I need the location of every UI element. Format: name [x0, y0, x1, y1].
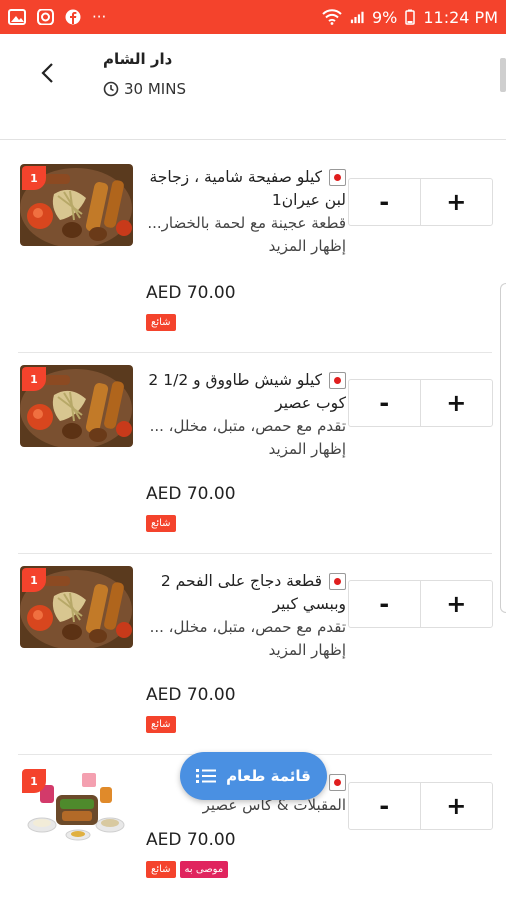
- divider: [18, 352, 492, 353]
- item-price: AED 70.00: [146, 685, 236, 705]
- quantity-badge: 1: [22, 166, 46, 190]
- delivery-time: 30 MINS: [103, 80, 186, 98]
- item-text: كيلو صفيحة شامية ، زجاجة لبن عيران1 قطعة…: [146, 166, 346, 258]
- battery-icon: [405, 9, 416, 25]
- item-name-line: كيلو صفيحة شامية ، زجاجة لبن عيران1: [146, 166, 346, 212]
- gallery-icon: [8, 9, 26, 25]
- decrease-button[interactable]: -: [349, 581, 421, 627]
- restaurant-name: دار الشام: [103, 50, 173, 68]
- item-description[interactable]: قطعة عجينة مع لحمة بالخضار... إظهار المز…: [146, 212, 346, 258]
- item-name-line: قطعة دجاج على الفحم 2 وببسي كبير: [146, 570, 346, 616]
- menu-fab-button[interactable]: قائمة طعام: [180, 752, 327, 800]
- clock-time: 11:24 PM: [423, 7, 498, 27]
- non-veg-icon: [329, 774, 346, 791]
- restaurant-header: دار الشام 30 MINS: [0, 34, 506, 140]
- item-name: كيلو صفيحة شامية ، زجاجة لبن عيران1: [149, 168, 346, 209]
- item-price: AED 70.00: [146, 830, 236, 850]
- quantity-stepper: - +: [348, 379, 493, 427]
- popular-tag: شائع: [146, 314, 176, 331]
- decrease-button[interactable]: -: [349, 783, 421, 829]
- clock-icon: [103, 81, 119, 97]
- divider: [18, 553, 492, 554]
- chevron-left-icon: [41, 63, 53, 83]
- non-veg-icon: [329, 573, 346, 590]
- increase-button[interactable]: +: [421, 179, 493, 225]
- recommended-tag: موصى به: [179, 861, 229, 878]
- wifi-icon: [322, 9, 342, 25]
- popular-tag: شائع: [146, 861, 176, 878]
- increase-button[interactable]: +: [421, 783, 493, 829]
- signal-icon: [350, 11, 364, 24]
- increase-button[interactable]: +: [421, 380, 493, 426]
- decrease-button[interactable]: -: [349, 380, 421, 426]
- item-tags: شائع موصى به: [146, 861, 229, 878]
- item-price: AED 70.00: [146, 283, 236, 303]
- more-notifications-icon: ···: [92, 8, 107, 26]
- quantity-stepper: - +: [348, 782, 493, 830]
- item-text: كيلو شيش طاووق و 1/2 2 كوب عصير تقدم مع …: [146, 369, 346, 461]
- item-description[interactable]: تقدم مع حمص، متبل، مخلل، ... إظهار المزي…: [146, 415, 346, 461]
- item-name: قطعة دجاج على الفحم 2 وببسي كبير: [160, 572, 346, 613]
- quantity-stepper: - +: [348, 178, 493, 226]
- increase-button[interactable]: +: [421, 581, 493, 627]
- facebook-icon: [65, 9, 81, 25]
- instagram-icon: [37, 9, 54, 25]
- popular-tag: شائع: [146, 716, 176, 733]
- quantity-stepper: - +: [348, 580, 493, 628]
- decrease-button[interactable]: -: [349, 179, 421, 225]
- popular-tag: شائع: [146, 515, 176, 532]
- item-tags: شائع: [146, 716, 176, 733]
- quantity-badge: 1: [22, 769, 46, 793]
- system-status: 9% 11:24 PM: [322, 8, 498, 27]
- notification-icons: ···: [8, 8, 106, 26]
- non-veg-icon: [329, 372, 346, 389]
- menu-fab-label: قائمة طعام: [226, 767, 311, 785]
- non-veg-icon: [329, 169, 346, 186]
- battery-percent: 9%: [371, 7, 398, 27]
- item-price: AED 70.00: [146, 484, 236, 504]
- quantity-badge: 1: [22, 568, 46, 592]
- item-tags: شائع: [146, 515, 176, 532]
- item-name: كيلو شيش طاووق و 1/2 2 كوب عصير: [148, 371, 346, 412]
- item-tags: شائع: [146, 314, 176, 331]
- item-description[interactable]: تقدم مع حمص، متبل، مخلل، ... إظهار المزي…: [146, 616, 346, 662]
- list-icon: [196, 769, 217, 783]
- status-bar: ··· 9% 11:24 PM: [0, 0, 506, 34]
- delivery-time-label: 30 MINS: [124, 80, 186, 98]
- scrollbar[interactable]: [500, 58, 506, 92]
- back-button[interactable]: [30, 56, 64, 90]
- quantity-badge: 1: [22, 367, 46, 391]
- side-scroll-indicator: [500, 283, 506, 613]
- item-text: قطعة دجاج على الفحم 2 وببسي كبير تقدم مع…: [146, 570, 346, 662]
- item-name-line: كيلو شيش طاووق و 1/2 2 كوب عصير: [146, 369, 346, 415]
